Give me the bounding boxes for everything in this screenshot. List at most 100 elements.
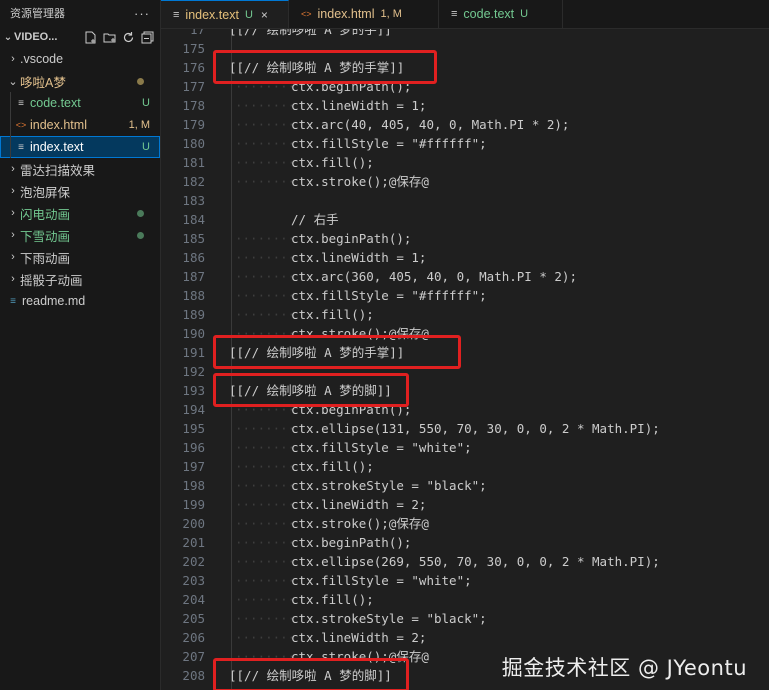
code-line: 200 ········ ctx.stroke();@保存@ <box>161 514 769 533</box>
chevron-down-icon: ⌄ <box>8 75 18 88</box>
tree-indent-guide <box>10 114 11 136</box>
code-text: ctx.arc(360, 405, 40, 0, Math.PI * 2); <box>291 269 577 284</box>
code-text: ctx.stroke();@保存@ <box>291 174 429 189</box>
tab-code-text[interactable]: ≡ code.text U <box>439 0 563 28</box>
code-line: 185 ········ ctx.beginPath(); <box>161 229 769 248</box>
refresh-icon[interactable] <box>122 31 135 44</box>
highlight-box <box>213 373 409 407</box>
code-text: ctx.strokeStyle = "black"; <box>291 611 487 626</box>
explorer-title: 资源管理器 <box>10 8 65 20</box>
highlight-box <box>213 658 409 690</box>
code-line: 182 ········ ctx.stroke();@保存@ <box>161 172 769 191</box>
tree-item[interactable]: › 闪电动画 <box>0 202 160 224</box>
line-number: 182 <box>182 174 205 189</box>
tree-item-label: index.text <box>30 140 84 154</box>
more-actions-icon[interactable]: ··· <box>134 6 150 21</box>
line-number: 199 <box>182 497 205 512</box>
whitespace-dots: ········ <box>235 98 296 113</box>
chevron-down-icon: ⌄ <box>3 31 13 43</box>
git-status-badge: 1, M <box>128 119 150 131</box>
tree-item-label: 泡泡屏保 <box>20 185 71 200</box>
line-number: 189 <box>182 307 205 322</box>
file-tree: › .vscode ⌄ 哆啦A梦 ≡ code.text U <> index.html 1, M… <box>0 48 160 312</box>
line-number: 181 <box>182 155 205 170</box>
tree-item[interactable]: ≡ code.text U <box>0 92 160 114</box>
tab-label: index.html <box>317 7 375 21</box>
chevron-right-icon: › <box>11 229 15 241</box>
tree-item-label: readme.md <box>22 294 86 308</box>
code-line: 196 ········ ctx.fillStyle = "white"; <box>161 438 769 457</box>
chevron-right-icon: › <box>11 251 15 263</box>
tree-item[interactable]: › 泡泡屏保 <box>0 180 160 202</box>
whitespace-dots: ········ <box>235 269 296 284</box>
git-status-badge: U <box>142 97 150 109</box>
text-file-icon: ≡ <box>18 141 24 153</box>
code-text: ctx.lineWidth = 2; <box>291 497 427 512</box>
whitespace-dots: ········ <box>235 535 296 550</box>
html-file-icon: <> <box>15 120 27 130</box>
chevron-right-icon: › <box>11 185 15 197</box>
whitespace-dots: ········ <box>235 478 296 493</box>
code-line: 206 ········ ctx.lineWidth = 2; <box>161 628 769 647</box>
tree-item[interactable]: › 雷达扫描效果 <box>0 158 160 180</box>
modified-dot-icon <box>137 209 144 217</box>
tree-item[interactable]: › 摇骰子动画 <box>0 268 160 290</box>
chevron-right-icon: › <box>11 53 15 65</box>
code-line: 199 ········ ctx.lineWidth = 2; <box>161 495 769 514</box>
code-text: ctx.ellipse(131, 550, 70, 30, 0, 0, 2 * … <box>291 421 660 436</box>
tree-indent-guide <box>10 136 11 158</box>
tree-item[interactable]: › 下雨动画 <box>0 246 160 268</box>
editor-tabs: ≡ index.text U × <> index.html 1, M ≡ code.text U <box>161 0 769 29</box>
tree-item[interactable]: ⌄ 哆啦A梦 <box>0 70 160 92</box>
collapse-all-icon[interactable] <box>141 31 154 44</box>
line-number: 186 <box>182 250 205 265</box>
line-number: 191 <box>182 345 205 360</box>
whitespace-dots: ········ <box>235 592 296 607</box>
highlight-box <box>213 50 437 84</box>
text-file-icon: ≡ <box>18 97 24 109</box>
tree-item-label: 下雨动画 <box>20 251 71 266</box>
tree-item[interactable]: › 下雪动画 <box>0 224 160 246</box>
line-number: 175 <box>182 41 205 56</box>
tree-item[interactable]: › .vscode <box>0 48 160 70</box>
explorer-sidebar: 资源管理器 ··· ⌄ VIDEO... › .vscode ⌄ 哆啦A梦 ≡ code.… <box>0 0 161 690</box>
tab-index-html[interactable]: <> index.html 1, M <box>289 0 439 28</box>
tab-status: 1, M <box>380 8 402 20</box>
whitespace-dots: ········ <box>235 288 296 303</box>
tree-item-label: index.html <box>30 118 87 132</box>
line-number: 178 <box>182 98 205 113</box>
new-file-icon[interactable] <box>84 31 97 44</box>
tab-index-text[interactable]: ≡ index.text U × <box>161 0 289 28</box>
code-editor[interactable]: 17 [[// 绘制哆啦 A 梦的手]] 175 176 [[// 绘制哆啦 A 梦的手… <box>161 29 769 690</box>
workspace-root[interactable]: ⌄ VIDEO... <box>0 26 160 48</box>
code-text: ctx.ellipse(269, 550, 70, 30, 0, 0, 2 * … <box>291 554 660 569</box>
code-line: 188 ········ ctx.fillStyle = "#ffffff"; <box>161 286 769 305</box>
close-icon[interactable]: × <box>261 8 268 22</box>
watermark: 掘金技术社区 @ JYeontu <box>501 656 747 680</box>
tree-item-label: 摇骰子动画 <box>20 273 83 288</box>
tree-item[interactable]: <> index.html 1, M <box>0 114 160 136</box>
tree-item-label: code.text <box>30 96 81 110</box>
tree-item[interactable]: ≡ index.text U <box>0 136 160 158</box>
whitespace-dots: ········ <box>235 611 296 626</box>
new-folder-icon[interactable] <box>103 31 116 44</box>
code-text: ctx.beginPath(); <box>291 231 412 246</box>
line-number: 200 <box>182 516 205 531</box>
code-text: ctx.fillStyle = "white"; <box>291 573 472 588</box>
code-text: ctx.fill(); <box>291 592 374 607</box>
tree-item-label: .vscode <box>20 52 64 66</box>
whitespace-dots: ········ <box>235 630 296 645</box>
line-number: 196 <box>182 440 205 455</box>
line-number: 193 <box>182 383 205 398</box>
line-number: 198 <box>182 478 205 493</box>
lines-icon: ≡ <box>173 8 180 21</box>
code-line: 198 ········ ctx.strokeStyle = "black"; <box>161 476 769 495</box>
tree-item-label: 哆啦A梦 <box>20 75 66 90</box>
code-text: ctx.lineWidth = 1; <box>291 98 427 113</box>
explorer-header: 资源管理器 ··· <box>0 0 160 26</box>
line-number: 204 <box>182 592 205 607</box>
tree-item[interactable]: ≡ readme.md <box>0 290 160 312</box>
tab-status: U <box>520 8 529 20</box>
code-line: 181 ········ ctx.fill(); <box>161 153 769 172</box>
code-line: 17 [[// 绘制哆啦 A 梦的手]] <box>161 29 769 39</box>
